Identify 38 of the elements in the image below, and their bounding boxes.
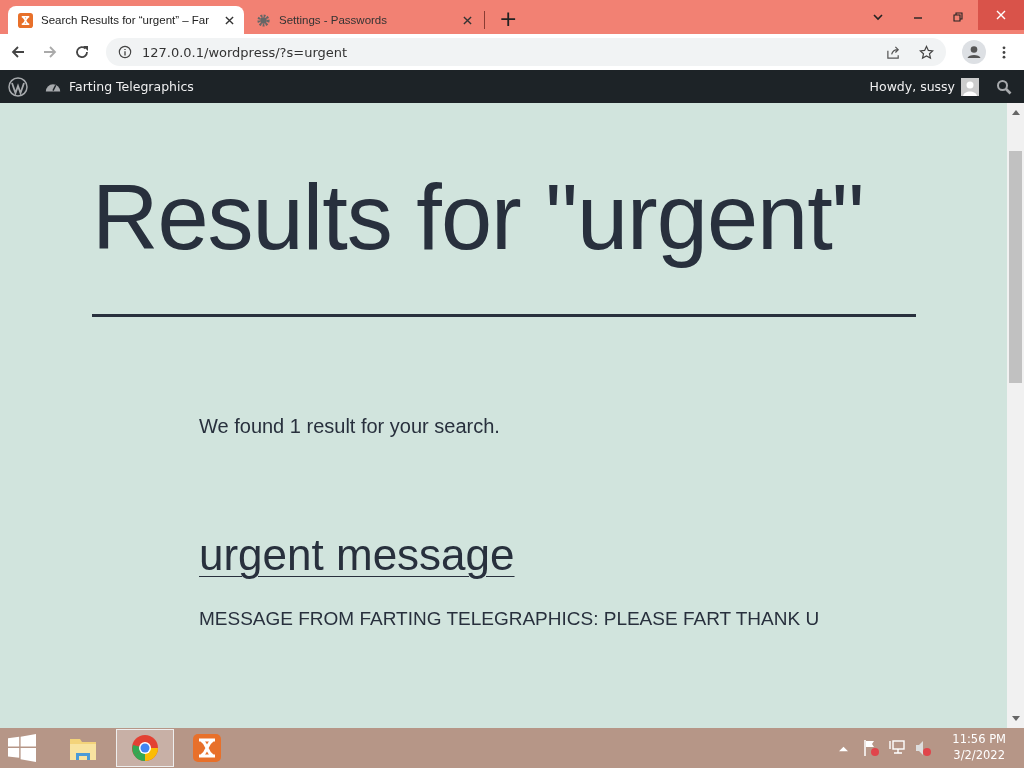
scrollbar-thumb[interactable] [1009,151,1022,383]
site-name-link[interactable]: Farting Telegraphics [69,79,194,94]
restore-icon[interactable] [952,11,964,23]
new-tab-button[interactable]: + [493,4,524,34]
xampp-icon [18,12,33,28]
tray-caret-icon[interactable] [839,744,849,752]
star-icon[interactable] [919,44,934,60]
browser-tab[interactable]: Settings - Passwords [246,6,482,34]
close-icon [995,9,1007,21]
url-text: 127.0.0.1/wordpress/?s=urgent [142,44,348,60]
reload-icon[interactable] [74,44,90,60]
scroll-down-icon[interactable] [1011,716,1020,722]
back-icon[interactable] [10,44,26,60]
page-title: Results for "urgent" [92,167,865,269]
search-summary: We found 1 result for your search. [199,415,501,439]
taskbar-app-button[interactable] [116,729,174,767]
close-icon[interactable] [225,15,234,25]
result-excerpt: MESSAGE FROM FARTING TELEGRAPHICS: PLEASE FART THANK U [199,608,821,631]
menu-icon[interactable] [1002,44,1006,60]
wordpress-logo-icon[interactable] [8,76,28,97]
info-icon [118,45,132,59]
windows-start-icon[interactable] [8,734,36,762]
scroll-up-icon[interactable] [1011,109,1020,115]
share-icon[interactable] [886,44,901,60]
user-avatar-icon[interactable] [961,77,979,96]
profile-icon[interactable] [962,40,986,64]
chrome-icon [130,733,160,763]
scrollbar[interactable] [1007,103,1024,728]
result-title-link[interactable]: urgent message [199,530,515,581]
flag-icon[interactable] [862,739,881,757]
gear-icon [256,12,271,28]
greeting-link[interactable]: Howdy, sussy [869,79,955,94]
address-bar[interactable]: 127.0.0.1/wordpress/?s=urgent [106,38,946,66]
speaker-muted-icon[interactable] [914,739,933,757]
chevron-down-icon[interactable] [872,11,884,23]
search-icon[interactable] [996,78,1012,95]
xampp-icon [192,733,222,763]
browser-tab[interactable]: Search Results for “urgent” – Far [8,6,244,34]
